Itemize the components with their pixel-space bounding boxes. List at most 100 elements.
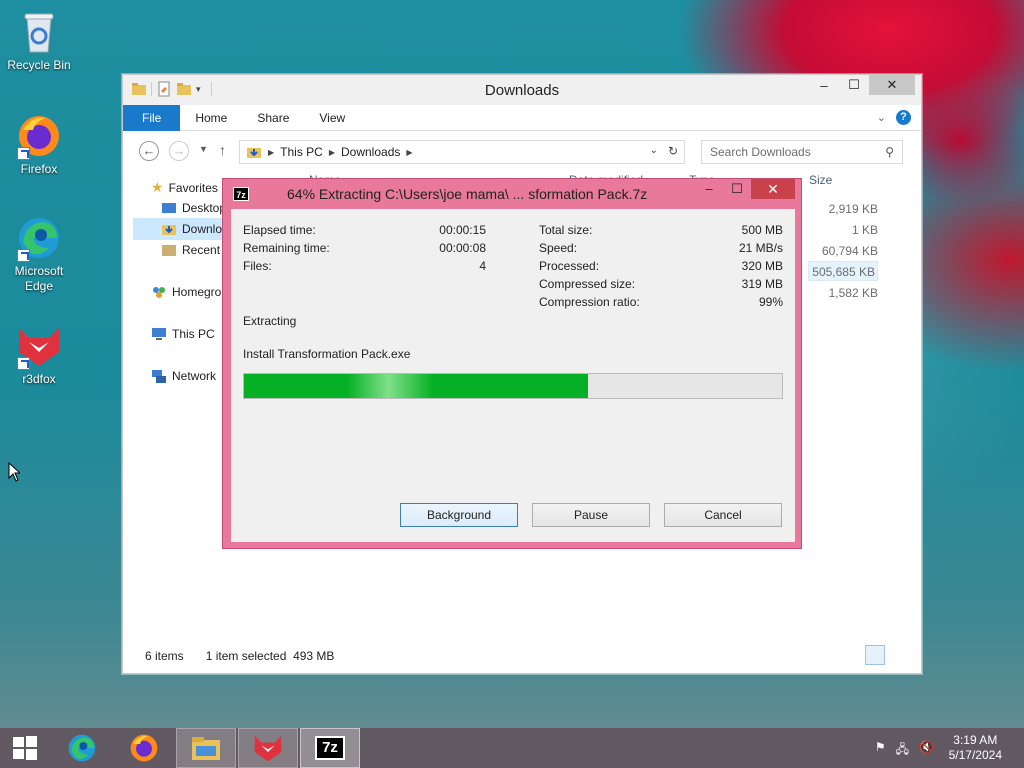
tab-home[interactable]: Home <box>180 105 242 131</box>
nav-favorites-label: Favorites <box>168 180 218 195</box>
nav-network[interactable]: Network <box>151 368 216 384</box>
star-icon: ★ <box>151 179 164 195</box>
search-icon: ⚲ <box>885 145 894 159</box>
breadcrumb-this-pc[interactable]: This PC <box>280 145 323 159</box>
address-dropdown-icon[interactable]: ⌄ <box>650 145 658 156</box>
tab-file[interactable]: File <box>123 104 181 131</box>
operation-label: Extracting <box>243 314 297 328</box>
desktop-icon-r3dfox[interactable]: r3dfox <box>3 322 75 386</box>
file-size: 1,582 KB <box>828 286 878 300</box>
file-size: 60,794 KB <box>821 244 878 258</box>
minimize-button[interactable]: – <box>809 75 839 95</box>
nav-recent-places[interactable]: Recent p <box>161 242 230 258</box>
nav-homegroup-label: Homegro <box>172 285 222 299</box>
breadcrumb-separator-icon[interactable]: ▶ <box>406 148 412 157</box>
extraction-progress-bar <box>243 373 783 399</box>
speed-value: 21 MB/s <box>738 241 783 255</box>
progress-fill <box>244 374 589 398</box>
downloads-folder-icon <box>162 225 176 235</box>
homegroup-icon <box>153 287 165 298</box>
remaining-time-value: 00:00:08 <box>439 241 486 255</box>
ribbon-tabs: File Home Share View ⌄ ? <box>123 104 921 131</box>
desktop-icon-recycle-bin[interactable]: Recycle Bin <box>3 8 75 72</box>
maximize-button[interactable]: ☐ <box>839 75 869 95</box>
nav-downloads-label: Downlo <box>182 222 223 236</box>
remaining-time-label: Remaining time: <box>243 241 330 255</box>
compression-ratio-value: 99% <box>758 295 783 309</box>
nav-downloads[interactable]: Downlo <box>133 218 223 240</box>
taskbar: 7z ⚑ 🖧 🔇 3:19 AM 5/17/2024 <box>0 728 1024 768</box>
processed-label: Processed: <box>539 259 600 273</box>
breadcrumb-separator-icon: ▶ <box>268 147 275 157</box>
processed-value: 320 MB <box>741 259 783 273</box>
nav-desktop[interactable]: Desktop <box>161 200 226 216</box>
dialog-close-button[interactable]: ✕ <box>751 179 795 199</box>
desktop-icon-edge[interactable]: Microsoft Edge <box>3 214 75 294</box>
nav-homegroup[interactable]: Homegro <box>151 284 221 300</box>
desktop-icon-label: r3dfox <box>22 372 56 386</box>
taskbar-r3dfox[interactable] <box>238 728 298 768</box>
details-view-icon[interactable] <box>865 645 885 665</box>
recent-locations-icon[interactable]: ▼ <box>199 144 208 154</box>
desktop-icon-firefox[interactable]: Firefox <box>3 112 75 176</box>
tab-share[interactable]: Share <box>242 105 304 131</box>
taskbar-edge[interactable] <box>52 728 112 768</box>
start-button[interactable] <box>0 728 50 768</box>
current-file-label: Install Transformation Pack.exe <box>243 347 411 361</box>
computer-icon <box>152 328 166 340</box>
7zip-icon: 7z <box>233 187 249 201</box>
action-center-flag-icon[interactable]: ⚑ <box>875 740 886 761</box>
7zip-icon: 7z <box>315 736 345 760</box>
breadcrumb-separator-icon[interactable]: ▶ <box>329 148 335 157</box>
elapsed-time-value: 00:00:15 <box>439 223 486 237</box>
taskbar-firefox[interactable] <box>114 728 174 768</box>
explorer-titlebar[interactable]: ▾ Downloads – ☐ ✕ <box>123 75 921 105</box>
files-label: Files: <box>243 259 272 273</box>
dialog-minimize-button[interactable]: – <box>695 179 723 199</box>
network-icon <box>152 370 166 383</box>
address-row: ← → ▼ ↑ ▶ This PC ▶ Downloads ▶ ⌄ ↻ Sear… <box>123 131 921 169</box>
forward-button[interactable]: → <box>169 141 189 161</box>
file-size-selected[interactable]: 505,685 KB <box>808 261 878 281</box>
large-icons-view-icon[interactable] <box>889 645 909 665</box>
taskbar-7zip[interactable]: 7z <box>300 728 360 768</box>
expand-ribbon-icon[interactable]: ⌄ <box>877 111 886 124</box>
mouse-cursor-icon <box>8 462 20 482</box>
breadcrumb-downloads[interactable]: Downloads <box>341 145 400 159</box>
nav-this-pc[interactable]: This PC <box>151 326 215 342</box>
nav-network-label: Network <box>172 369 217 383</box>
r3dfox-icon <box>15 322 63 370</box>
volume-muted-icon[interactable]: 🔇 <box>919 740 934 761</box>
refresh-icon[interactable]: ↻ <box>668 144 678 158</box>
back-button[interactable]: ← <box>139 141 159 161</box>
file-size: 1 KB <box>851 223 878 237</box>
extract-progress-dialog: 7z 64% Extracting C:\Users\joe mama\ ...… <box>222 178 802 549</box>
background-button[interactable]: Background <box>400 503 518 527</box>
start-icon <box>13 736 37 760</box>
dialog-maximize-button[interactable]: ☐ <box>723 179 751 199</box>
file-explorer-icon <box>192 737 220 760</box>
taskbar-file-explorer[interactable] <box>176 728 236 768</box>
cancel-button[interactable]: Cancel <box>664 503 782 527</box>
close-button[interactable]: ✕ <box>869 75 915 95</box>
column-header-size[interactable]: Size <box>809 173 832 187</box>
total-size-value: 500 MB <box>741 223 783 237</box>
tab-view[interactable]: View <box>304 105 360 131</box>
clock[interactable]: 3:19 AM 5/17/2024 <box>949 733 1002 763</box>
clock-date: 5/17/2024 <box>948 748 1002 762</box>
up-button[interactable]: ↑ <box>219 142 226 158</box>
address-bar[interactable]: ▶ This PC ▶ Downloads ▶ ⌄ ↻ <box>239 140 685 164</box>
selection-info: 1 item selected 493 MB <box>205 649 335 663</box>
compressed-size-label: Compressed size: <box>539 277 636 291</box>
network-icon[interactable]: 🖧 <box>896 740 909 761</box>
help-icon[interactable]: ? <box>896 110 911 125</box>
nav-favorites[interactable]: ★ Favorites <box>151 179 218 196</box>
search-input[interactable]: Search Downloads ⚲ <box>701 140 903 164</box>
desktop-icon-label: Microsoft Edge <box>14 264 64 293</box>
dialog-titlebar[interactable]: 7z 64% Extracting C:\Users\joe mama\ ...… <box>223 179 801 207</box>
pause-button[interactable]: Pause <box>532 503 650 527</box>
nav-this-pc-label: This PC <box>172 327 215 341</box>
downloads-folder-icon <box>247 148 261 158</box>
nav-desktop-label: Desktop <box>182 201 227 215</box>
speed-label: Speed: <box>539 241 578 255</box>
